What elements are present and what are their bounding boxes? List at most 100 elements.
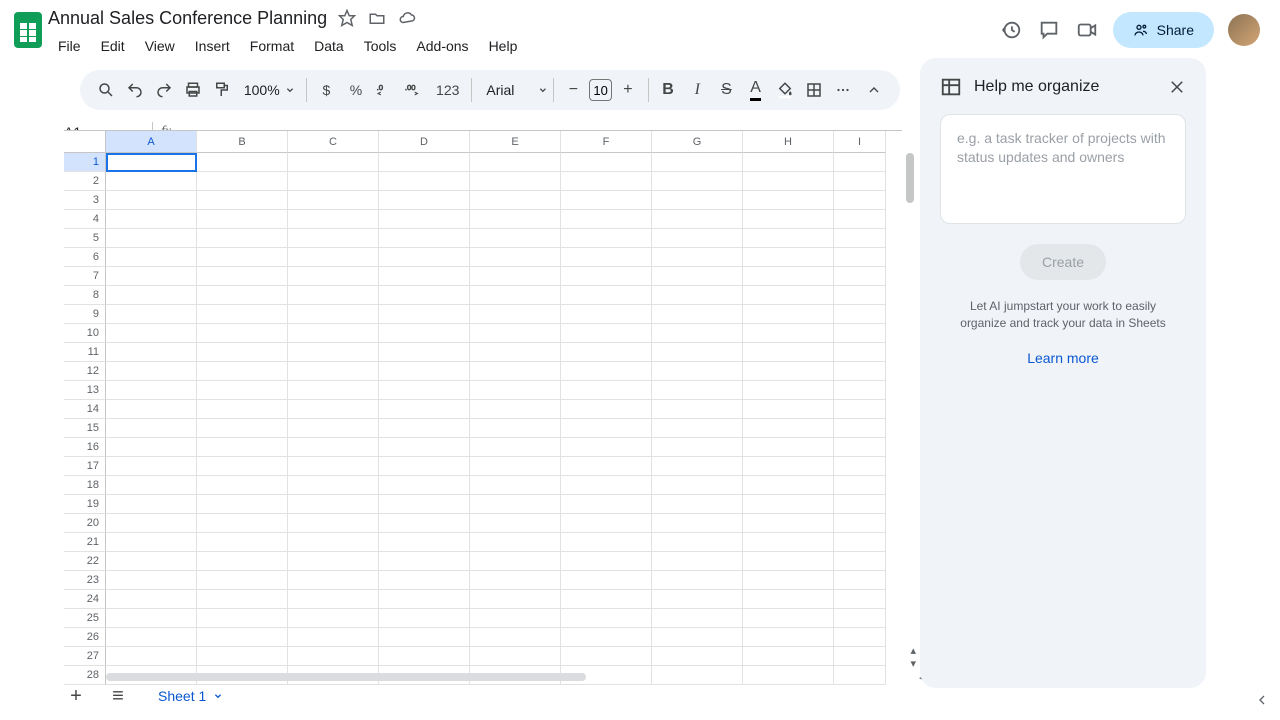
cell[interactable] xyxy=(834,248,886,267)
cell[interactable] xyxy=(288,457,379,476)
font-size-input[interactable]: 10 xyxy=(589,79,612,101)
cell[interactable] xyxy=(561,305,652,324)
cell[interactable] xyxy=(470,628,561,647)
cell[interactable] xyxy=(106,419,197,438)
col-header[interactable]: B xyxy=(197,131,288,153)
row-header[interactable]: 13 xyxy=(64,381,106,400)
cell[interactable] xyxy=(652,153,743,172)
cell[interactable] xyxy=(470,210,561,229)
select-all-corner[interactable] xyxy=(64,131,106,153)
cell[interactable] xyxy=(743,343,834,362)
cell[interactable] xyxy=(106,400,197,419)
row-header[interactable]: 8 xyxy=(64,286,106,305)
row-header[interactable]: 5 xyxy=(64,229,106,248)
cell[interactable] xyxy=(470,647,561,666)
cell[interactable] xyxy=(470,419,561,438)
cell[interactable] xyxy=(834,286,886,305)
menu-edit[interactable]: Edit xyxy=(91,34,135,62)
collapse-toolbar-icon[interactable] xyxy=(861,76,888,104)
cell[interactable] xyxy=(470,172,561,191)
cell[interactable] xyxy=(743,514,834,533)
cell[interactable] xyxy=(834,343,886,362)
cell[interactable] xyxy=(561,628,652,647)
cell[interactable] xyxy=(470,438,561,457)
cell[interactable] xyxy=(743,628,834,647)
cell[interactable] xyxy=(379,343,470,362)
cell[interactable] xyxy=(561,286,652,305)
cell[interactable] xyxy=(561,590,652,609)
cell[interactable] xyxy=(197,153,288,172)
cell[interactable] xyxy=(288,590,379,609)
cell[interactable] xyxy=(652,267,743,286)
cell[interactable] xyxy=(652,628,743,647)
cell[interactable] xyxy=(288,514,379,533)
cell[interactable] xyxy=(652,324,743,343)
cell[interactable] xyxy=(379,286,470,305)
cell[interactable] xyxy=(288,476,379,495)
cell[interactable] xyxy=(652,191,743,210)
cell[interactable] xyxy=(288,305,379,324)
cell[interactable] xyxy=(470,153,561,172)
col-header[interactable]: H xyxy=(743,131,834,153)
cell[interactable] xyxy=(470,343,561,362)
close-icon[interactable] xyxy=(1168,78,1186,96)
row-header[interactable]: 27 xyxy=(64,647,106,666)
cell[interactable] xyxy=(288,172,379,191)
cell[interactable] xyxy=(106,438,197,457)
cell[interactable] xyxy=(106,571,197,590)
cell[interactable] xyxy=(288,267,379,286)
cell[interactable] xyxy=(743,324,834,343)
cell[interactable] xyxy=(379,438,470,457)
cell[interactable] xyxy=(470,381,561,400)
cell[interactable] xyxy=(652,362,743,381)
cell[interactable] xyxy=(743,400,834,419)
cell[interactable] xyxy=(561,343,652,362)
row-header[interactable]: 10 xyxy=(64,324,106,343)
sheet-tab[interactable]: Sheet 1 xyxy=(148,682,232,710)
row-header[interactable]: 15 xyxy=(64,419,106,438)
col-header[interactable]: I xyxy=(834,131,886,153)
cell[interactable] xyxy=(106,457,197,476)
cell[interactable] xyxy=(288,552,379,571)
cell[interactable] xyxy=(379,210,470,229)
cell[interactable] xyxy=(470,362,561,381)
cell[interactable] xyxy=(106,153,197,172)
cell[interactable] xyxy=(288,286,379,305)
cell[interactable] xyxy=(288,628,379,647)
decrease-decimal-icon[interactable]: .0 xyxy=(372,76,399,104)
cell[interactable] xyxy=(834,267,886,286)
share-button[interactable]: Share xyxy=(1113,12,1214,48)
cell[interactable] xyxy=(834,552,886,571)
cell[interactable] xyxy=(834,210,886,229)
cell[interactable] xyxy=(288,229,379,248)
cell[interactable] xyxy=(470,457,561,476)
cell[interactable] xyxy=(652,172,743,191)
cell[interactable] xyxy=(743,457,834,476)
cell[interactable] xyxy=(652,400,743,419)
cell[interactable] xyxy=(652,419,743,438)
row-header[interactable]: 11 xyxy=(64,343,106,362)
cell[interactable] xyxy=(106,324,197,343)
bold-icon[interactable]: B xyxy=(654,76,681,104)
cell[interactable] xyxy=(652,381,743,400)
cell[interactable] xyxy=(106,590,197,609)
cell[interactable] xyxy=(743,191,834,210)
cell[interactable] xyxy=(288,248,379,267)
cell[interactable] xyxy=(379,495,470,514)
cell[interactable] xyxy=(834,438,886,457)
cell[interactable] xyxy=(197,419,288,438)
menu-addons[interactable]: Add-ons xyxy=(406,34,478,62)
cell[interactable] xyxy=(106,305,197,324)
scroll-down-icon[interactable]: ▾ xyxy=(910,657,916,670)
row-header[interactable]: 21 xyxy=(64,533,106,552)
cell[interactable] xyxy=(379,153,470,172)
increase-decimal-icon[interactable]: .00 xyxy=(401,76,428,104)
cell[interactable] xyxy=(106,628,197,647)
row-header[interactable]: 20 xyxy=(64,514,106,533)
col-header[interactable]: F xyxy=(561,131,652,153)
cell[interactable] xyxy=(106,647,197,666)
cell[interactable] xyxy=(834,476,886,495)
cell[interactable] xyxy=(834,305,886,324)
fill-color-icon[interactable] xyxy=(771,76,798,104)
cell[interactable] xyxy=(379,362,470,381)
